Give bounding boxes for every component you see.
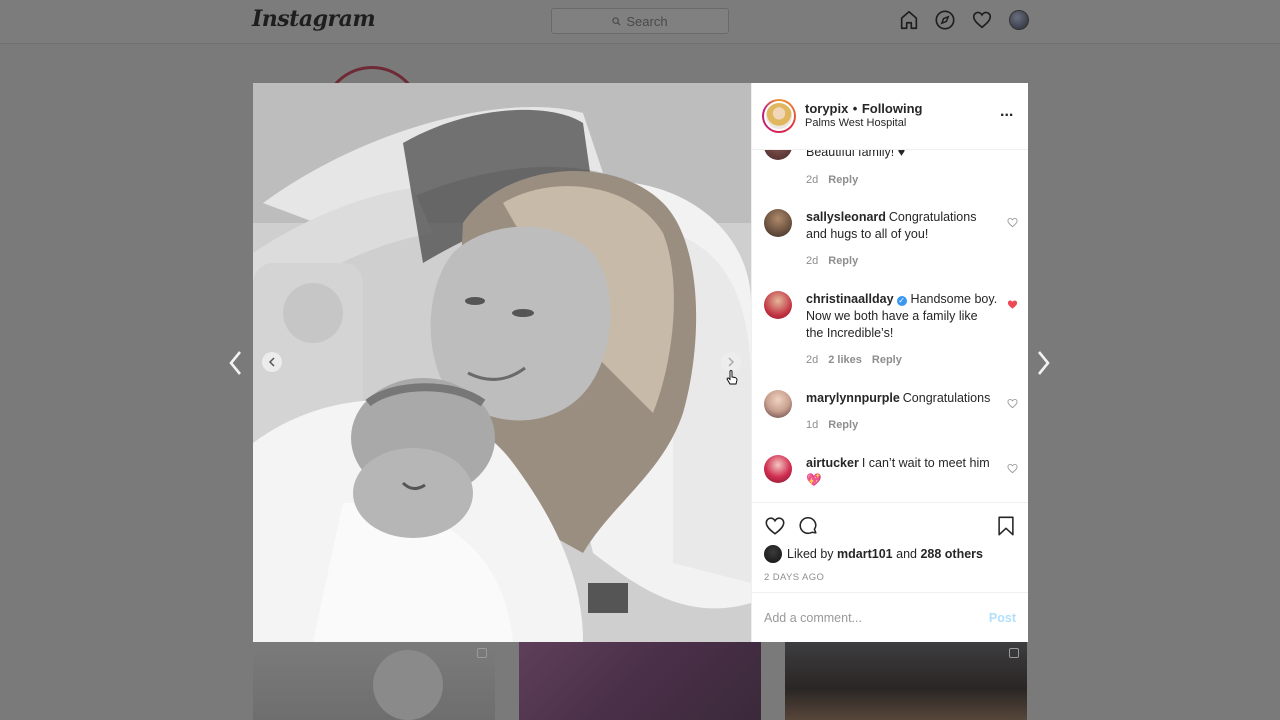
save-bookmark-icon[interactable] <box>995 515 1017 537</box>
comment-age: 2d <box>806 255 819 267</box>
liker-username[interactable]: mdart101 <box>837 547 893 561</box>
comment-meta: 2d 2 likes Reply <box>806 354 912 366</box>
commenter-avatar[interactable] <box>764 291 792 319</box>
comment-text: Beautiful family! ♥ <box>806 150 998 161</box>
commenter-avatar[interactable] <box>764 390 792 418</box>
comment-text: marylynnpurple Congratulations <box>806 390 998 407</box>
commenter-username[interactable]: airtucker <box>806 456 859 470</box>
comment-age: 2d <box>806 354 819 366</box>
liker-avatar[interactable] <box>764 545 782 563</box>
multiple-photos-icon <box>477 648 487 658</box>
previous-post-arrow-icon[interactable] <box>224 348 248 378</box>
post-timestamp: 2 DAYS AGO <box>764 572 825 583</box>
reply-button[interactable]: Reply <box>872 354 902 366</box>
post-actions: Liked by mdart101 and 288 others 2 DAYS … <box>752 502 1028 592</box>
post-modal: torypix • Following Palms West Hospital … <box>253 83 1028 642</box>
search-icon <box>612 16 621 26</box>
commenter-avatar[interactable] <box>764 209 792 237</box>
liked-comment-heart-icon[interactable] <box>1007 299 1018 310</box>
author-avatar-story-ring[interactable] <box>762 99 796 133</box>
comment-meta: 1d Reply <box>806 419 868 431</box>
chevron-left-icon <box>268 357 275 367</box>
comment-message: Beautiful family! ♥ <box>806 150 906 159</box>
next-post-arrow-icon[interactable] <box>1031 348 1055 378</box>
like-heart-icon[interactable] <box>764 515 786 537</box>
author-avatar <box>764 101 794 131</box>
comment-likes-count[interactable]: 2 likes <box>828 354 862 366</box>
comment-text: airtucker I can’t wait to meet him 💖 <box>806 455 998 489</box>
like-comment-heart-icon[interactable] <box>1007 398 1018 409</box>
author-username[interactable]: torypix <box>805 101 848 116</box>
reply-button[interactable]: Reply <box>828 174 858 186</box>
post-header: torypix • Following Palms West Hospital … <box>752 83 1028 150</box>
more-options-icon[interactable]: ... <box>1000 104 1016 123</box>
like-comment-heart-icon[interactable] <box>1007 217 1018 228</box>
background-grid-post <box>785 642 1027 720</box>
header-separator: • <box>852 101 858 116</box>
home-icon[interactable] <box>898 9 920 31</box>
profile-avatar[interactable] <box>1009 10 1029 30</box>
add-comment-bar: Post <box>752 592 1028 642</box>
photo-previous-arrow[interactable] <box>262 352 282 372</box>
verified-badge-icon: ✓ <box>896 296 907 306</box>
reply-button[interactable]: Reply <box>828 255 858 267</box>
commenter-avatar[interactable] <box>764 150 792 160</box>
following-button[interactable]: Following <box>862 101 923 116</box>
post-comment-button[interactable]: Post <box>989 611 1016 625</box>
hand-pointer-cursor-icon <box>726 370 738 385</box>
chevron-right-icon <box>728 357 735 367</box>
comment-text: christinaallday ✓ Handsome boy. Now we bot… <box>806 291 998 342</box>
search-box[interactable]: Search <box>551 8 729 34</box>
instagram-logo[interactable]: Instagram <box>252 6 376 32</box>
liked-by-label: Liked by <box>787 547 834 561</box>
post-photo[interactable] <box>253 83 751 642</box>
multiple-photos-icon <box>1009 648 1019 658</box>
reply-button[interactable]: Reply <box>828 419 858 431</box>
commenter-username[interactable]: christinaallday <box>806 292 894 306</box>
post-header-text: torypix • Following Palms West Hospital <box>805 101 922 131</box>
commenter-username[interactable]: sallysleonard <box>806 210 886 224</box>
likes-conjunction: and <box>896 547 917 561</box>
add-comment-input[interactable] <box>764 610 964 625</box>
background-grid-post <box>519 642 761 720</box>
comment-message: Congratulations <box>902 391 991 405</box>
comment-age: 1d <box>806 419 819 431</box>
like-comment-heart-icon[interactable] <box>1007 463 1018 474</box>
search-placeholder: Search <box>626 13 668 29</box>
photo-next-arrow[interactable] <box>721 352 741 372</box>
comments-list[interactable]: Beautiful family! ♥ 2d Reply sallysleonar… <box>752 150 1028 502</box>
comment-text: sallysleonard Congratulations and hugs to… <box>806 209 998 243</box>
likes-others-link[interactable]: 288 others <box>920 547 983 561</box>
post-location[interactable]: Palms West Hospital <box>805 116 922 131</box>
explore-compass-icon[interactable] <box>934 9 956 31</box>
comment-meta: 2d Reply <box>806 174 868 186</box>
commenter-username[interactable]: marylynnpurple <box>806 391 900 405</box>
commenter-avatar[interactable] <box>764 455 792 483</box>
comment-bubble-icon[interactable] <box>797 515 819 537</box>
likes-summary: Liked by mdart101 and 288 others <box>764 545 983 563</box>
top-navigation-bar: Instagram Search <box>0 0 1280 44</box>
post-sidebar: torypix • Following Palms West Hospital … <box>751 83 1028 642</box>
comment-meta: 2d Reply <box>806 255 868 267</box>
background-grid-post <box>253 642 495 720</box>
activity-heart-icon[interactable] <box>971 9 993 31</box>
comment-age: 2d <box>806 174 819 186</box>
hospital-photo-illustration <box>253 83 751 642</box>
